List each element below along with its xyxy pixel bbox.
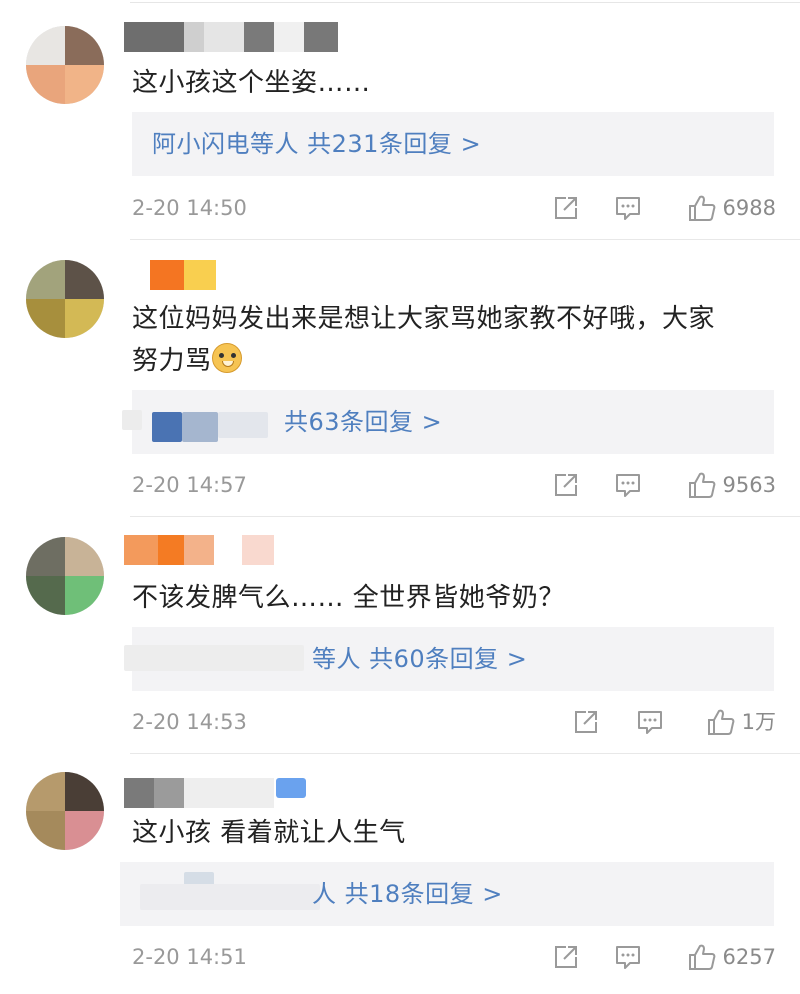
comment-item: 这小孩这个坐姿…… 阿小闪电等人 共231条回复 > 2-20 14:50 69… [0, 0, 800, 240]
like-count: 1万 [741, 710, 776, 734]
thumbs-up-icon [687, 942, 717, 972]
comment-icon[interactable] [614, 194, 642, 222]
reply-count-text: 等人 共60条回复 > [312, 645, 528, 673]
comment-text: 不该发脾气么…… 全世界皆她爷奶？ [132, 583, 565, 613]
reply-summary[interactable]: 人 共18条回复 > [120, 862, 774, 926]
comment-meta: 2-20 14:57 9563 [132, 470, 776, 500]
avatar[interactable] [26, 537, 104, 615]
reply-count-link[interactable]: 共63条回复 > [284, 390, 442, 454]
like-count: 6988 [722, 196, 776, 220]
comment-meta: 2-20 14:50 6988 [132, 193, 776, 223]
reply-count-link[interactable]: 阿小闪电等人 共231条回复 > [152, 112, 481, 176]
like-count: 6257 [722, 945, 776, 969]
like-button[interactable]: 1万 [706, 707, 776, 737]
comment-feed: 这小孩这个坐姿…… 阿小闪电等人 共231条回复 > 2-20 14:50 69… [0, 0, 800, 994]
like-count: 9563 [722, 473, 776, 497]
comment-text: 这小孩 看着就让人生气 [132, 818, 406, 848]
timestamp: 2-20 14:51 [132, 945, 247, 969]
like-button[interactable]: 6257 [687, 942, 776, 972]
comment-text: 这小孩这个坐姿…… [132, 68, 371, 98]
reply-count-link[interactable]: 人 共18条回复 > [312, 862, 503, 926]
avatar[interactable] [26, 26, 104, 104]
timestamp: 2-20 14:57 [132, 473, 247, 497]
like-button[interactable]: 6988 [687, 193, 776, 223]
comment-icon[interactable] [614, 471, 642, 499]
comment-item: 不该发脾气么…… 全世界皆她爷奶？ 等人 共60条回复 > 2-20 14:53… [0, 517, 800, 754]
timestamp: 2-20 14:50 [132, 196, 247, 220]
share-icon[interactable] [572, 708, 600, 736]
timestamp: 2-20 14:53 [132, 710, 247, 734]
comment-icon[interactable] [636, 708, 664, 736]
avatar[interactable] [26, 260, 104, 338]
comment-text-fragment: 努力骂 [132, 346, 212, 376]
comment-item: 这小孩 看着就让人生气 人 共18条回复 > 2-20 14:51 6257 [0, 754, 800, 994]
share-icon[interactable] [552, 471, 580, 499]
like-button[interactable]: 9563 [687, 470, 776, 500]
reply-summary[interactable]: 阿小闪电等人 共231条回复 > [132, 112, 774, 176]
comment-text: 这位妈妈发出来是想让大家骂她家教不好哦，大家 努力骂 [132, 298, 772, 382]
reply-count-link[interactable]: 等人 共60条回复 > [312, 627, 527, 691]
thumbs-up-icon [687, 470, 717, 500]
comment-icon[interactable] [614, 943, 642, 971]
comment-meta: 2-20 14:51 6257 [132, 942, 776, 972]
share-icon[interactable] [552, 194, 580, 222]
doge-emoji-icon [211, 343, 242, 373]
username-redacted[interactable] [124, 260, 224, 290]
comment-text-line: 这位妈妈发出来是想让大家骂她家教不好哦，大家 [132, 304, 716, 334]
comment-item: 这位妈妈发出来是想让大家骂她家教不好哦，大家 努力骂 共63条回复 > 2-20… [0, 240, 800, 517]
reply-summary[interactable]: 共63条回复 > [122, 390, 774, 454]
reply-summary[interactable]: 等人 共60条回复 > [124, 627, 774, 691]
comment-meta: 2-20 14:53 1万 [132, 707, 776, 737]
username-redacted[interactable] [124, 535, 294, 565]
share-icon[interactable] [552, 943, 580, 971]
avatar[interactable] [26, 772, 104, 850]
username-redacted[interactable] [124, 22, 354, 52]
thumbs-up-icon [687, 193, 717, 223]
comment-text-line: 努力骂 [132, 340, 772, 382]
thumbs-up-icon [706, 707, 736, 737]
username-redacted[interactable] [124, 778, 314, 808]
